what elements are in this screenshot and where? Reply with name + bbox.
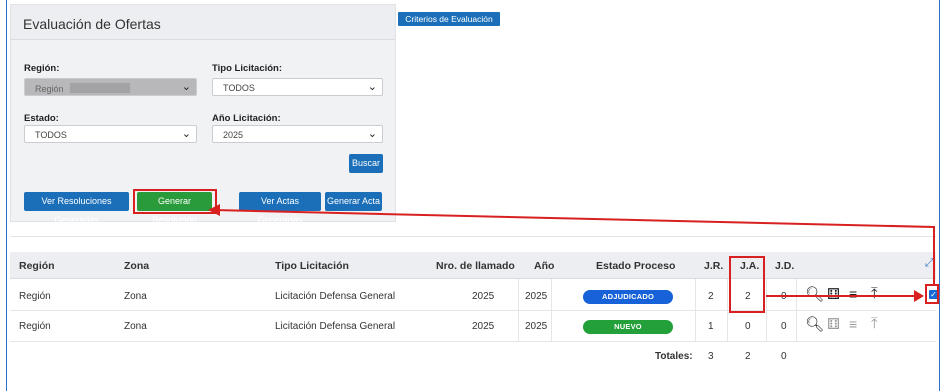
annotation-arrows — [208, 204, 935, 302]
arrow-to-generar-resolucion — [213, 209, 935, 284]
arrowhead-right — [914, 290, 924, 302]
arrowhead-left — [208, 204, 220, 216]
